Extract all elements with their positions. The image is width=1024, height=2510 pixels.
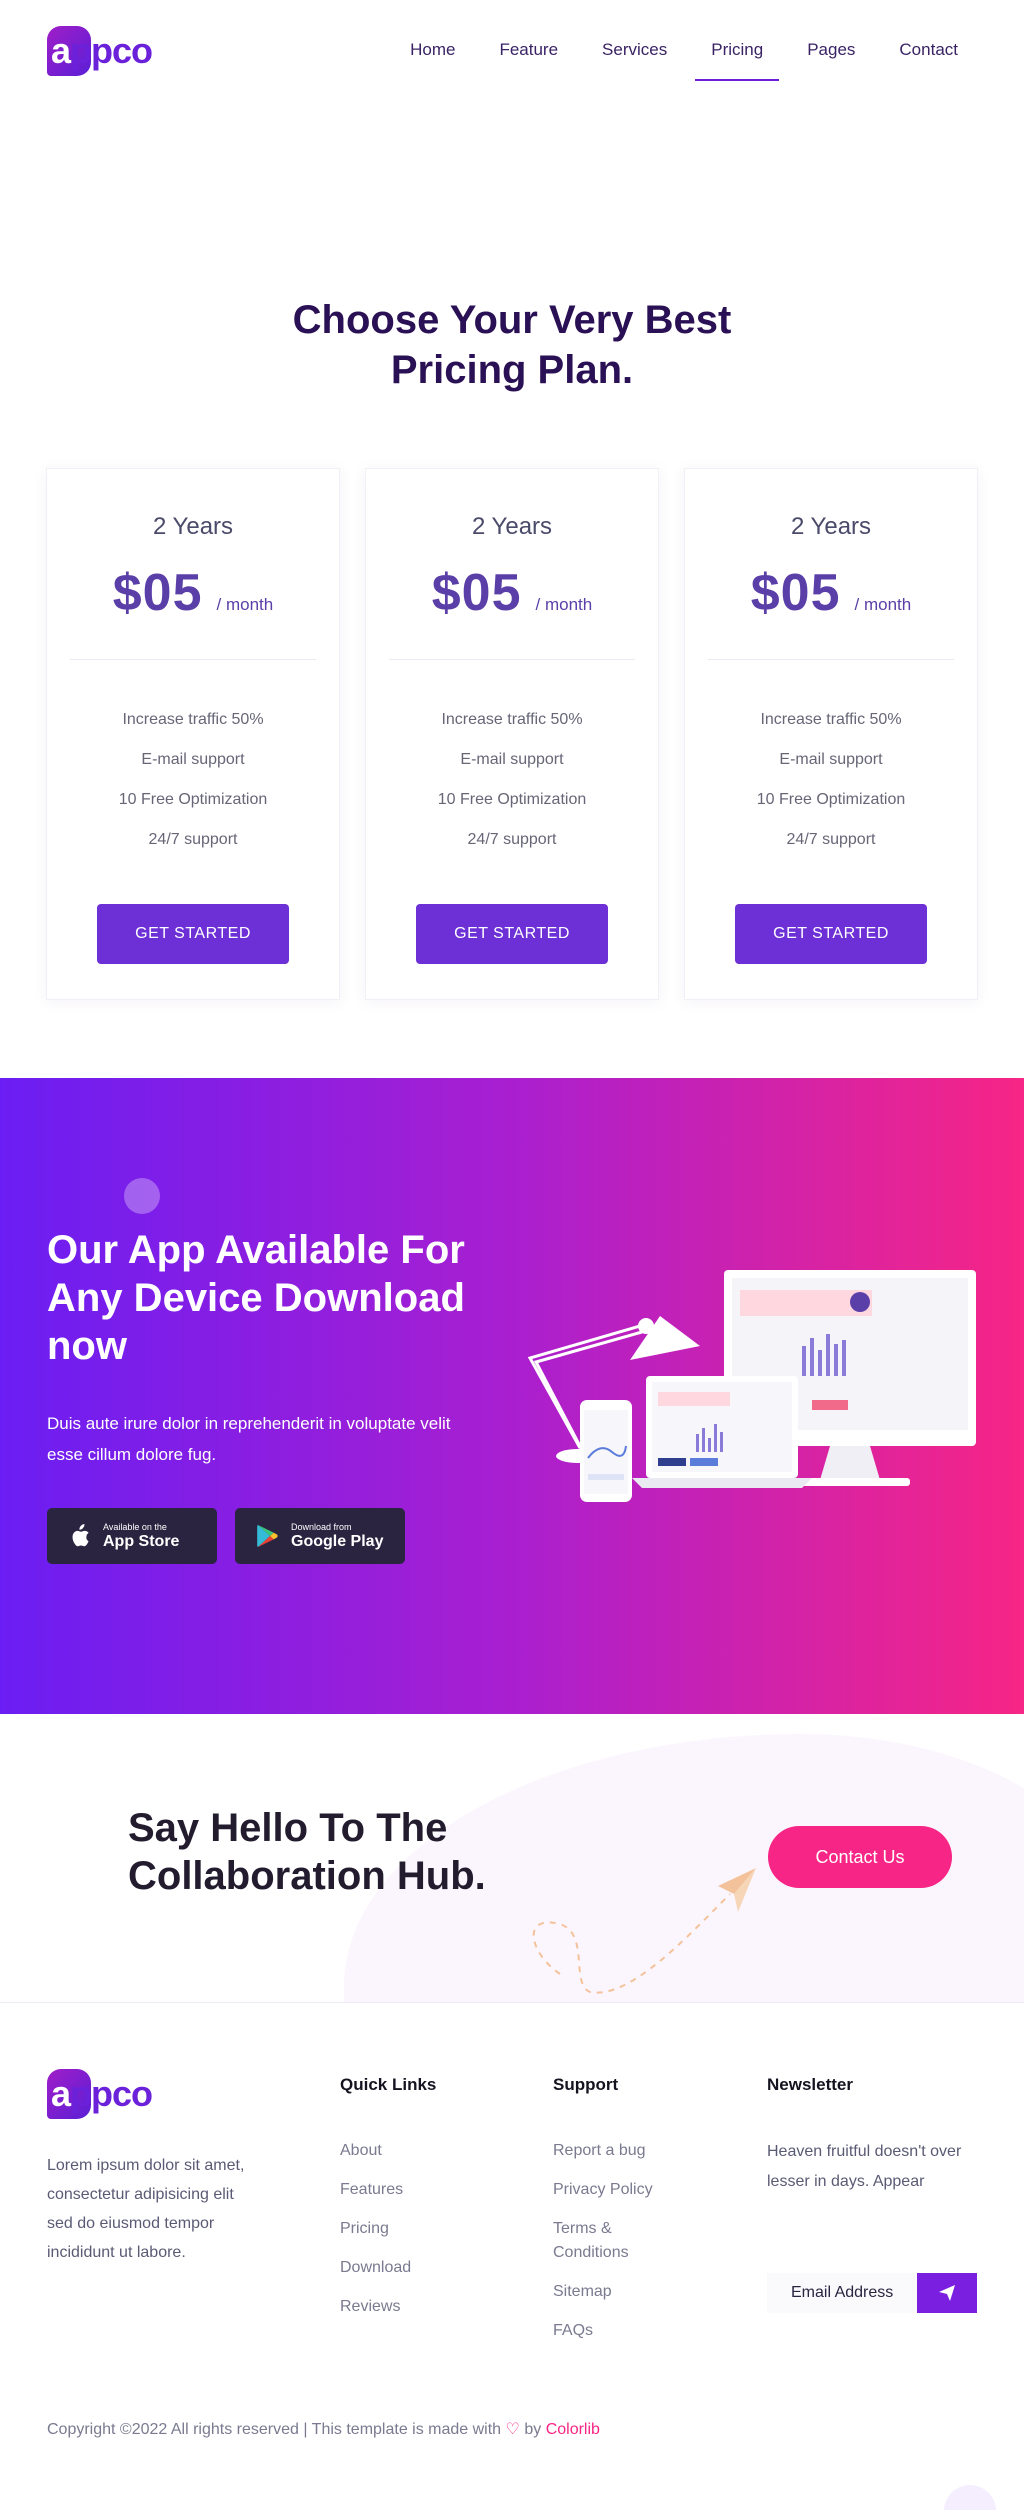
app-store-label: Available on the App Store <box>103 1521 180 1550</box>
newsletter-submit-button[interactable] <box>917 2273 977 2313</box>
plan-feature: E-mail support <box>779 751 883 768</box>
newsletter-text: Heaven fruitful doesn't over lesser in d… <box>767 2143 962 2190</box>
footer-link-privacy[interactable]: Privacy Policy <box>553 2178 653 2202</box>
nav-home[interactable]: Home <box>410 28 455 72</box>
site-header: appco Home Feature Services Pricing Page… <box>0 0 1024 100</box>
newsletter-title: Newsletter <box>767 2075 853 2094</box>
paper-plane-icon <box>532 1868 756 1994</box>
pricing-cards: 2 Years $05 / month Increase traffic 50%… <box>46 468 978 1000</box>
card-divider <box>708 659 954 660</box>
colorlib-link[interactable]: Colorlib <box>546 2421 600 2438</box>
quick-links-column: Quick Links About Features Pricing Downl… <box>340 2069 436 2334</box>
plan-feature: 10 Free Optimization <box>118 791 268 808</box>
site-footer: appco Lorem ipsum dolor sit amet, consec… <box>0 2002 1024 2510</box>
footer-link-features[interactable]: Features <box>340 2178 436 2202</box>
heart-icon: ♡ <box>505 2421 520 2438</box>
footer-link-about[interactable]: About <box>340 2139 436 2163</box>
get-started-button[interactable]: GET STARTED <box>97 904 289 964</box>
plan-feature: Increase traffic 50% <box>760 711 902 728</box>
devices-illustration <box>527 1270 976 1502</box>
send-icon <box>939 2285 955 2301</box>
support-column: Support Report a bug Privacy Policy Term… <box>553 2069 653 2358</box>
collaboration-title: Say Hello To The Collaboration Hub. <box>128 1806 486 1898</box>
price-row: $05 / month <box>47 563 339 623</box>
pricing-title: Choose Your Very Best Pricing Plan. <box>292 298 732 392</box>
footer-link-pricing[interactable]: Pricing <box>340 2217 436 2241</box>
nav-feature[interactable]: Feature <box>499 28 558 72</box>
back-to-top-button[interactable] <box>944 2485 996 2510</box>
newsletter-email-input[interactable] <box>767 2273 917 2313</box>
brand-logo[interactable]: appco <box>47 26 153 76</box>
footer-link-faqs[interactable]: FAQs <box>553 2319 653 2343</box>
plan-feature: 24/7 support <box>467 831 557 848</box>
nav-pricing[interactable]: Pricing <box>695 28 780 81</box>
get-started-button[interactable]: GET STARTED <box>735 904 927 964</box>
footer-about: Lorem ipsum dolor sit amet, consectetur … <box>47 2157 245 2261</box>
apple-icon <box>67 1524 91 1548</box>
logo-text: appco <box>51 30 153 71</box>
plan-features: Increase traffic 50% E-mail support 10 F… <box>685 700 977 860</box>
app-store-button[interactable]: Available on the App Store <box>47 1508 217 1564</box>
pricing-card: 2 Years $05 / month Increase traffic 50%… <box>365 468 659 1000</box>
nav-pages[interactable]: Pages <box>807 28 855 72</box>
google-play-icon <box>255 1524 279 1548</box>
plan-feature: 10 Free Optimization <box>756 791 906 808</box>
plan-period: / month <box>854 595 912 614</box>
plan-price: $05 <box>431 564 522 622</box>
footer-link-terms[interactable]: Terms & Conditions <box>553 2217 653 2265</box>
app-description: Duis aute irure dolor in reprehenderit i… <box>47 1414 451 1464</box>
google-play-button[interactable]: Download from Google Play <box>235 1508 405 1564</box>
decorative-bubble <box>124 1178 160 1214</box>
plan-feature: E-mail support <box>141 751 245 768</box>
price-row: $05 / month <box>685 563 977 623</box>
plan-feature: E-mail support <box>460 751 564 768</box>
plan-feature: Increase traffic 50% <box>441 711 583 728</box>
plan-feature: 24/7 support <box>786 831 876 848</box>
price-row: $05 / month <box>366 563 658 623</box>
main-nav: Home Feature Services Pricing Pages Cont… <box>366 28 958 81</box>
pricing-card: 2 Years $05 / month Increase traffic 50%… <box>684 468 978 1000</box>
newsletter-column: Newsletter Heaven fruitful doesn't over … <box>767 2069 987 2197</box>
plan-name: 2 Years <box>471 513 553 540</box>
quick-links-title: Quick Links <box>340 2075 437 2094</box>
plan-price: $05 <box>112 564 203 622</box>
app-title: Our App Available For Any Device Downloa… <box>47 1228 465 1368</box>
google-play-label: Download from Google Play <box>291 1521 384 1550</box>
app-download-section: Our App Available For Any Device Downloa… <box>0 1078 1024 1714</box>
logo-text: appco <box>51 2073 153 2114</box>
footer-link-sitemap[interactable]: Sitemap <box>553 2280 653 2304</box>
plan-price: $05 <box>750 564 841 622</box>
plan-features: Increase traffic 50% E-mail support 10 F… <box>47 700 339 860</box>
card-divider <box>389 659 635 660</box>
pricing-card: 2 Years $05 / month Increase traffic 50%… <box>46 468 340 1000</box>
plan-name: 2 Years <box>152 513 234 540</box>
support-title: Support <box>553 2075 619 2094</box>
nav-services[interactable]: Services <box>602 28 667 72</box>
collaboration-section: Say Hello To The Collaboration Hub. Cont… <box>0 1714 1024 2002</box>
footer-link-report-bug[interactable]: Report a bug <box>553 2139 653 2163</box>
footer-logo[interactable]: appco <box>47 2069 153 2119</box>
plan-period: / month <box>535 595 593 614</box>
plan-period: / month <box>216 595 274 614</box>
plan-feature: 24/7 support <box>148 831 238 848</box>
contact-us-button[interactable]: Contact Us <box>768 1826 952 1888</box>
nav-contact[interactable]: Contact <box>899 28 958 72</box>
plan-name: 2 Years <box>790 513 872 540</box>
get-started-button[interactable]: GET STARTED <box>416 904 608 964</box>
plan-feature: 10 Free Optimization <box>437 791 587 808</box>
card-divider <box>70 659 316 660</box>
plan-feature: Increase traffic 50% <box>122 711 264 728</box>
copyright: Copyright ©2022 All rights reserved | Th… <box>47 2421 600 2438</box>
plan-features: Increase traffic 50% E-mail support 10 F… <box>366 700 658 860</box>
footer-link-reviews[interactable]: Reviews <box>340 2295 436 2319</box>
footer-link-download[interactable]: Download <box>340 2256 436 2280</box>
newsletter-form <box>767 2273 977 2313</box>
